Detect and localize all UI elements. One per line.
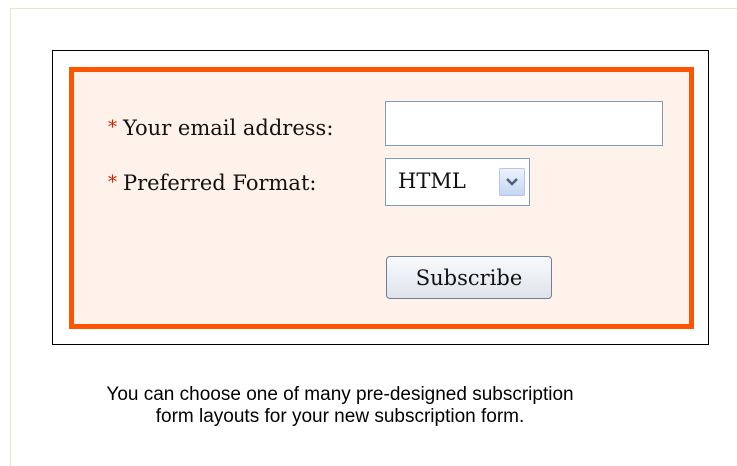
- select-dropdown-button[interactable]: [499, 168, 525, 196]
- required-marker: *: [108, 117, 117, 138]
- format-label-text: Preferred Format:: [123, 171, 317, 195]
- caption-line-2: form layouts for your new subscription f…: [155, 406, 525, 427]
- email-label-text: Your email address:: [123, 116, 334, 140]
- email-field[interactable]: [385, 101, 663, 146]
- format-field-label: * Preferred Format:: [108, 171, 316, 195]
- layout-caption: You can choose one of many pre-designed …: [60, 384, 620, 428]
- subscription-form-panel: * Your email address: * Preferred Format: …: [69, 67, 694, 329]
- caption-line-1: You can choose one of many pre-designed …: [106, 384, 574, 405]
- chevron-down-icon: [506, 178, 518, 186]
- preferred-format-value: HTML: [398, 169, 466, 193]
- email-field-label: * Your email address:: [108, 116, 333, 140]
- subscribe-button[interactable]: Subscribe: [386, 256, 552, 299]
- required-marker: *: [108, 172, 117, 193]
- subscription-form-preview: * Your email address: * Preferred Format: …: [52, 50, 709, 345]
- preferred-format-select[interactable]: HTML: [385, 158, 530, 206]
